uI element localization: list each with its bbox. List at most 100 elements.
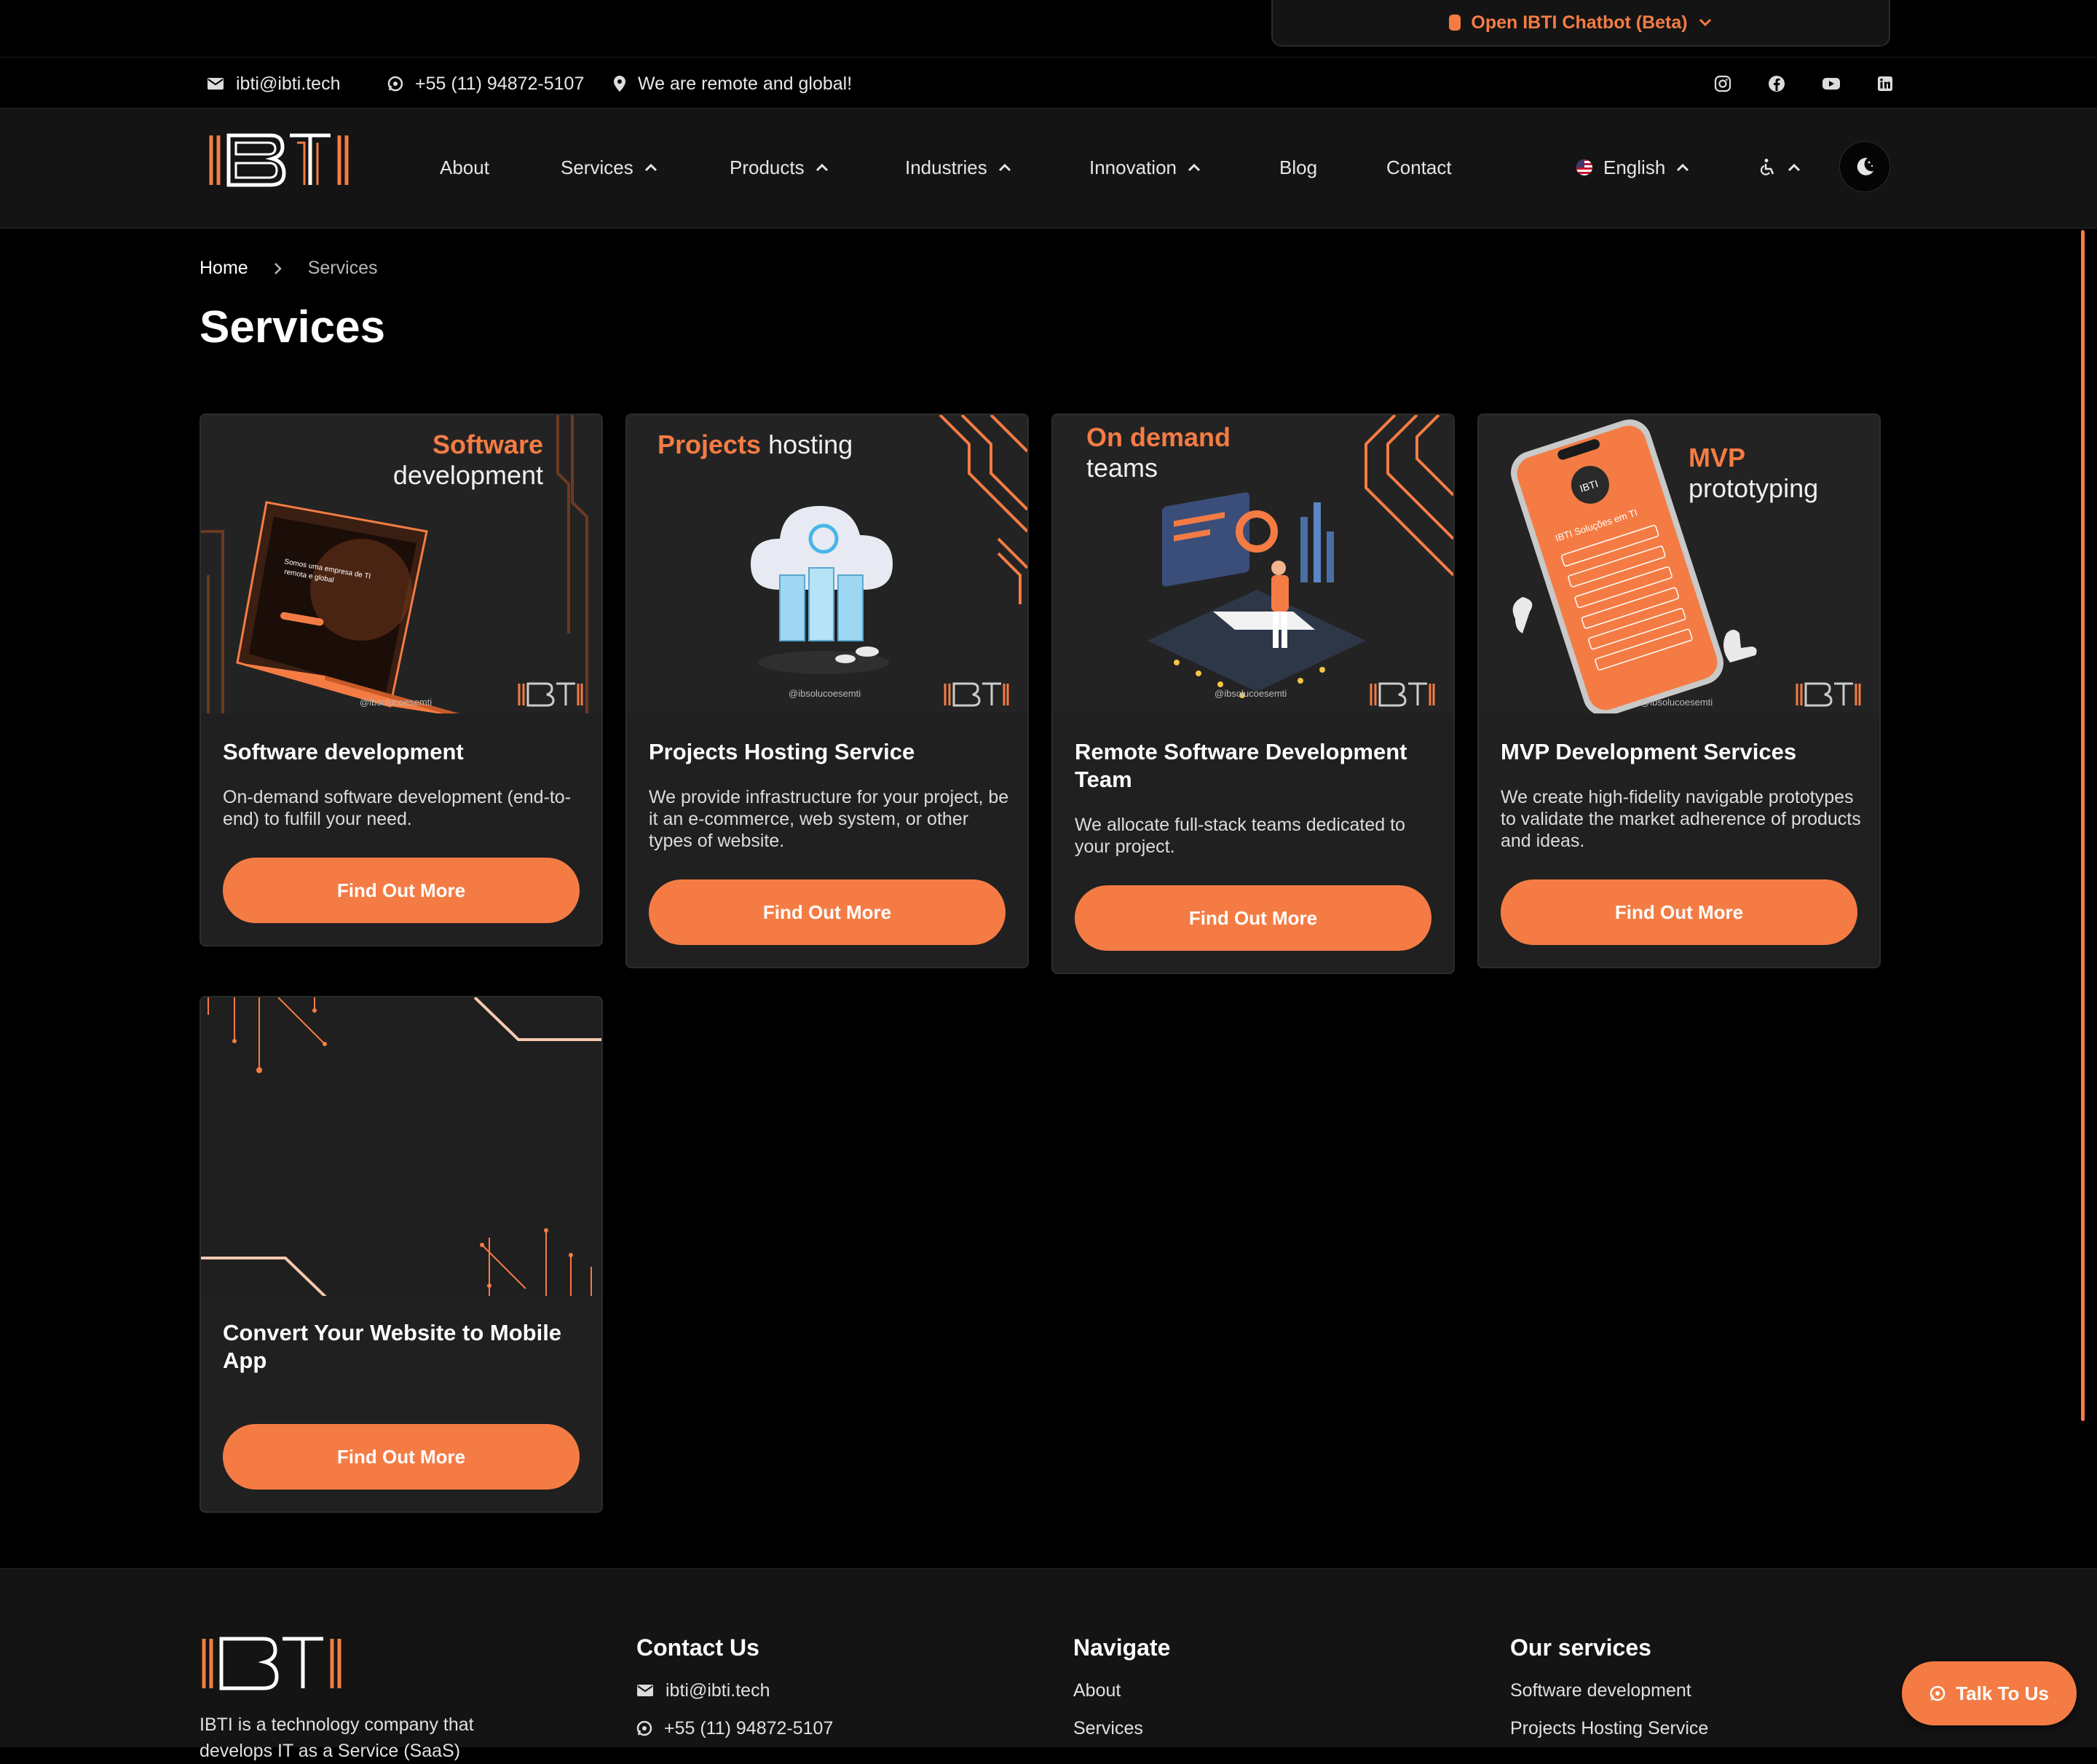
ibti-footer-logo[interactable] bbox=[200, 1634, 345, 1693]
card-image-subtitle: prototyping bbox=[1689, 473, 1819, 503]
chevron-up-icon bbox=[1788, 163, 1801, 172]
talk-to-us-label: Talk To Us bbox=[1956, 1682, 2049, 1704]
card-image bbox=[201, 997, 601, 1296]
nav-industries-label: Industries bbox=[905, 156, 987, 178]
chevron-right-icon bbox=[274, 262, 282, 274]
nav-contact[interactable]: Contact bbox=[1386, 109, 1452, 226]
nav-industries[interactable]: Industries bbox=[905, 109, 1012, 226]
card-image: IBTI IBTI Soluções em TI MVP prototyping… bbox=[1479, 415, 1879, 713]
youtube-icon[interactable] bbox=[1822, 76, 1841, 91]
theme-toggle-button[interactable] bbox=[1839, 141, 1890, 192]
footer-navigate-title: Navigate bbox=[1073, 1634, 1171, 1661]
service-card: Convert Your Website to Mobile App Find … bbox=[200, 996, 603, 1513]
card-image-highlight: Projects bbox=[657, 430, 762, 459]
talk-to-us-button[interactable]: Talk To Us bbox=[1902, 1661, 2077, 1725]
facebook-icon[interactable] bbox=[1768, 75, 1785, 92]
footer-email-text: ibti@ibti.tech bbox=[666, 1680, 770, 1701]
whatsapp-icon bbox=[1930, 1685, 1946, 1701]
card-title: Remote Software Development Team bbox=[1075, 739, 1407, 792]
card-image-handle: @ibsolucoesemti bbox=[789, 688, 861, 699]
linkedin-icon[interactable] bbox=[1877, 76, 1893, 92]
card-image-subtitle: hosting bbox=[768, 430, 853, 459]
card-title: MVP Development Services bbox=[1501, 739, 1797, 764]
card-description: On-demand software development (end-to-e… bbox=[223, 787, 572, 829]
breadcrumb-current: Services bbox=[307, 258, 378, 278]
footer-contact: Contact Us ibti@ibti.tech +55 (11) 94872… bbox=[636, 1634, 833, 1747]
scrollbar[interactable] bbox=[2081, 230, 2085, 1421]
footer-phone[interactable]: +55 (11) 94872-5107 bbox=[636, 1709, 833, 1747]
nav-innovation[interactable]: Innovation bbox=[1089, 109, 1201, 226]
find-out-more-button[interactable]: Find Out More bbox=[649, 879, 1006, 945]
contact-location-text: We are remote and global! bbox=[638, 73, 853, 94]
card-image-heading: Projects hosting bbox=[657, 430, 853, 460]
footer-navigate: Navigate About Services bbox=[1073, 1634, 1170, 1747]
chevron-up-icon bbox=[1677, 163, 1689, 172]
card-image-subtitle: teams bbox=[1086, 453, 1158, 483]
nav-innovation-label: Innovation bbox=[1089, 156, 1177, 178]
card-image-handle: @ibsolucoesemti bbox=[1640, 697, 1713, 708]
service-card: Somos uma empresa de TI remota e global … bbox=[200, 414, 603, 946]
card-image-highlight: MVP bbox=[1689, 443, 1746, 472]
instagram-icon[interactable] bbox=[1714, 75, 1731, 92]
chevron-up-icon bbox=[816, 163, 828, 172]
nav-blog[interactable]: Blog bbox=[1279, 109, 1317, 226]
nav-contact-label: Contact bbox=[1386, 156, 1452, 178]
accessibility-icon bbox=[1760, 159, 1774, 175]
ibti-watermark-logo bbox=[518, 682, 583, 707]
service-card: Projects hosting @ibsolucoesemti Project… bbox=[625, 414, 1029, 968]
whatsapp-icon bbox=[387, 76, 403, 92]
card-image-highlight: On demand bbox=[1086, 422, 1231, 452]
map-pin-icon bbox=[614, 76, 625, 92]
footer-phone-text: +55 (11) 94872-5107 bbox=[664, 1717, 834, 1739]
language-label: English bbox=[1603, 156, 1666, 178]
contact-email-text: ibti@ibti.tech bbox=[236, 73, 341, 94]
language-selector[interactable]: English bbox=[1576, 109, 1690, 226]
page-title: Services bbox=[200, 302, 386, 352]
card-image-subtitle: development bbox=[392, 460, 543, 490]
chatbot-toggle[interactable]: Open IBTI Chatbot (Beta) bbox=[1271, 0, 1890, 47]
breadcrumb-home[interactable]: Home bbox=[200, 258, 248, 279]
nav-about[interactable]: About bbox=[440, 109, 489, 226]
moon-icon bbox=[1857, 157, 1873, 175]
footer-link-projects-hosting[interactable]: Projects Hosting Service bbox=[1510, 1709, 1708, 1747]
site-footer: IBTI is a technology company that develo… bbox=[0, 1568, 2097, 1761]
nav-products[interactable]: Products bbox=[730, 109, 829, 226]
ibti-watermark-logo bbox=[1796, 682, 1861, 707]
contact-phone[interactable]: +55 (11) 94872-5107 bbox=[387, 58, 584, 110]
card-title: Convert Your Website to Mobile App bbox=[223, 1320, 562, 1373]
accessibility-menu[interactable] bbox=[1759, 109, 1801, 226]
social-links bbox=[1714, 58, 1893, 110]
find-out-more-button[interactable]: Find Out More bbox=[1501, 879, 1857, 945]
chevron-up-icon bbox=[1188, 163, 1201, 172]
footer-email[interactable]: ibti@ibti.tech bbox=[636, 1672, 833, 1709]
footer-services: Our services Software development Projec… bbox=[1510, 1634, 1708, 1747]
find-out-more-button[interactable]: Find Out More bbox=[1075, 885, 1431, 951]
contact-phone-text: +55 (11) 94872-5107 bbox=[415, 73, 585, 94]
find-out-more-button[interactable]: Find Out More bbox=[223, 1424, 580, 1490]
find-out-more-button[interactable]: Find Out More bbox=[223, 858, 580, 923]
footer-link-services[interactable]: Services bbox=[1073, 1709, 1170, 1747]
card-title: Projects Hosting Service bbox=[649, 739, 915, 764]
card-image-handle: @ibsolucoesemti bbox=[360, 697, 433, 708]
footer-contact-title: Contact Us bbox=[636, 1634, 759, 1661]
footer-link-about[interactable]: About bbox=[1073, 1672, 1170, 1709]
phone-mockup-illustration: IBTI IBTI Soluções em TI bbox=[1479, 415, 1879, 713]
service-card: IBTI IBTI Soluções em TI MVP prototyping… bbox=[1477, 414, 1881, 968]
card-description: We create high-fidelity navigable protot… bbox=[1501, 787, 1861, 851]
contact-email[interactable]: ibti@ibti.tech bbox=[207, 58, 341, 110]
footer-link-software-development[interactable]: Software development bbox=[1510, 1672, 1708, 1709]
ibti-watermark-logo bbox=[1370, 682, 1435, 707]
us-flag-icon bbox=[1576, 159, 1592, 175]
chevron-down-icon bbox=[1699, 18, 1711, 27]
chevron-up-icon bbox=[644, 163, 657, 172]
nav-services[interactable]: Services bbox=[561, 109, 658, 226]
nav-about-label: About bbox=[440, 156, 489, 178]
card-image-handle: @ibsolucoesemti bbox=[1215, 688, 1287, 699]
robot-icon bbox=[1449, 15, 1461, 31]
mail-icon bbox=[208, 78, 224, 90]
card-title: Software development bbox=[223, 739, 464, 764]
contact-bar: ibti@ibti.tech +55 (11) 94872-5107 We ar… bbox=[0, 57, 2097, 109]
footer-services-title: Our services bbox=[1510, 1634, 1651, 1661]
card-description: We allocate full-stack teams dedicated t… bbox=[1075, 815, 1405, 857]
footer-about-text: IBTI is a technology company that develo… bbox=[200, 1714, 474, 1761]
